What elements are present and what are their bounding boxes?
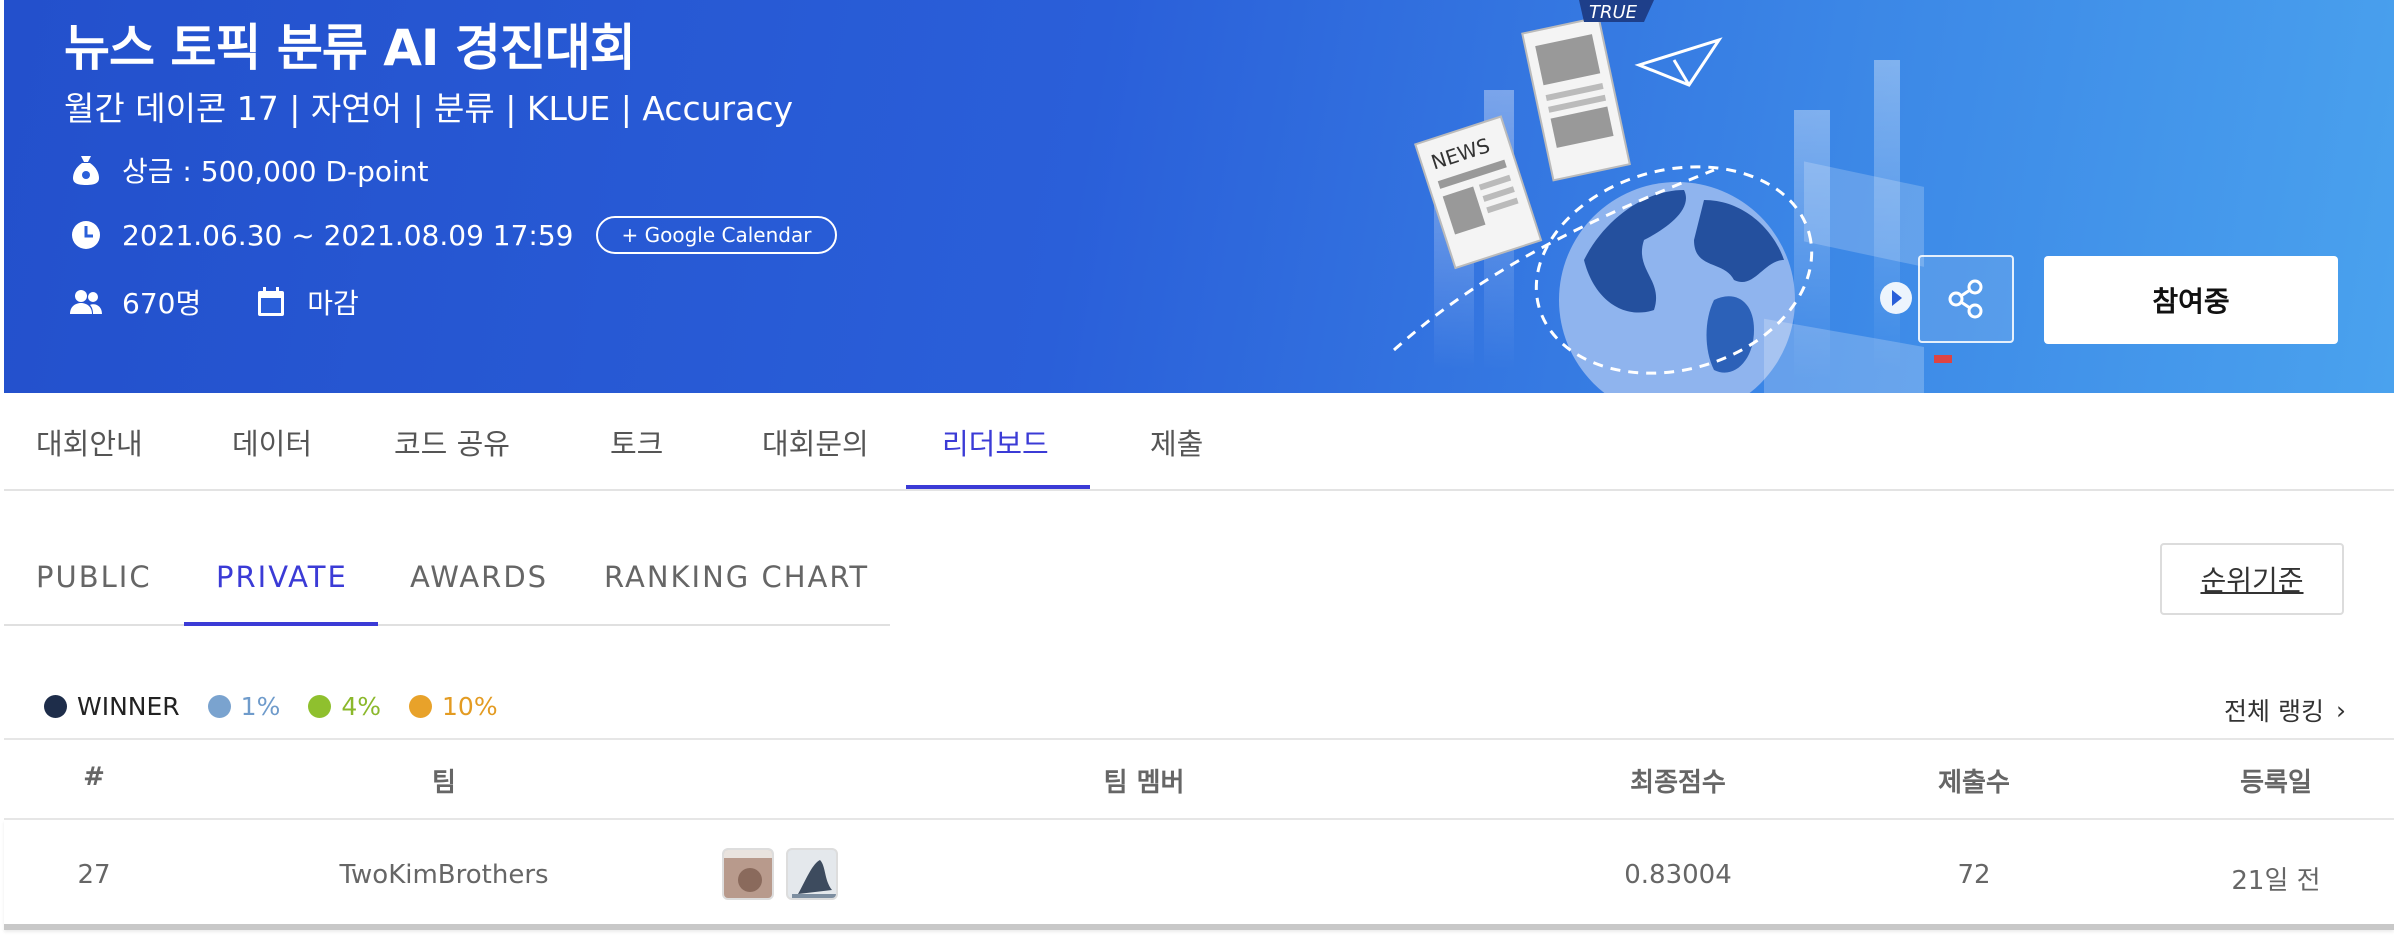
legend-dot (409, 695, 433, 718)
avatar[interactable] (786, 848, 838, 900)
tab-submit[interactable]: 제출 (1150, 421, 1203, 463)
competition-title: 뉴스 토픽 분류 AI 경진대회 (64, 19, 636, 77)
legend-label: 10% (442, 692, 498, 721)
participants-row: 670명 마감 (68, 282, 359, 322)
active-tab-indicator (906, 485, 1090, 489)
header-rank: # (83, 762, 105, 792)
header-team: 팀 (432, 768, 456, 798)
legend-top-10: 10% (409, 692, 498, 721)
money-bag-icon (73, 156, 99, 185)
tab-inquiry[interactable]: 대회문의 (762, 421, 869, 463)
subtab-private[interactable]: PRIVATE (216, 560, 348, 594)
legend-label: WINNER (77, 692, 180, 721)
join-button[interactable]: 참여중 (2044, 256, 2338, 344)
subtab-public[interactable]: PUBLIC (36, 560, 152, 594)
full-ranking-link[interactable]: 전체 랭킹 › (2224, 692, 2346, 728)
news-globe-illustration: NEWS TRUE (1392, 0, 1952, 393)
share-button[interactable] (1918, 255, 2014, 343)
header-score: 최종점수 (1630, 768, 1726, 798)
participants-count: 670명 (122, 287, 202, 320)
legend-dot (207, 695, 231, 718)
legend-label: 4% (341, 692, 382, 721)
active-subtab-indicator (184, 622, 378, 626)
row-rank: 27 (77, 860, 111, 890)
legend-top-4: 4% (308, 692, 381, 721)
leaderboard-table-header: # 팀 팀 멤버 최종점수 제출수 등록일 (4, 738, 2394, 820)
avatar[interactable] (722, 848, 774, 900)
calendar-icon (258, 287, 285, 316)
true-art-label: TRUE (1589, 2, 1638, 23)
ranking-criteria-button[interactable]: 순위기준 (2160, 543, 2344, 615)
period-row: 2021.06.30 ~ 2021.08.09 17:59 + Google C… (68, 216, 838, 254)
legend-label: 1% (240, 692, 281, 721)
tab-talk[interactable]: 토크 (610, 421, 663, 463)
row-team-name[interactable]: TwoKimBrothers (304, 860, 584, 890)
prize-text: 상금 : 500,000 D-point (122, 155, 429, 188)
header-submissions: 제출수 (1938, 768, 2010, 798)
header-members: 팀 멤버 (1103, 768, 1185, 798)
tab-leaderboard[interactable]: 리더보드 (942, 421, 1049, 463)
competition-tabs: 대회안내 데이터 코드 공유 토크 대회문의 리더보드 제출 (4, 393, 2394, 491)
period-text: 2021.06.30 ~ 2021.08.09 17:59 (122, 218, 574, 252)
clock-icon (72, 221, 100, 249)
leaderboard-subtabs: PUBLIC PRIVATE AWARDS RANKING CHART (4, 530, 890, 626)
header-date: 등록일 (2240, 768, 2312, 798)
row-score: 0.83004 (1624, 860, 1732, 890)
chevron-right-icon: › (2336, 695, 2346, 725)
row-submissions: 72 (1957, 860, 1991, 890)
google-calendar-button[interactable]: + Google Calendar (595, 216, 838, 254)
tab-overview[interactable]: 대회안내 (36, 421, 143, 463)
tab-data[interactable]: 데이터 (232, 421, 312, 463)
legend-top-1: 1% (207, 692, 281, 721)
competition-subtitle: 월간 데이콘 17 | 자연어 | 분류 | KLUE | Accuracy (64, 89, 794, 128)
row-date: 21일 전 (2231, 866, 2321, 896)
competition-status: 마감 (307, 287, 359, 320)
full-ranking-label: 전체 랭킹 (2224, 697, 2324, 726)
share-icon (1948, 279, 1983, 319)
prize-row: 상금 : 500,000 D-point (68, 150, 429, 190)
legend-dot (44, 695, 67, 718)
legend-dot (308, 695, 332, 718)
rank-legend: WINNER 1% 4% 10% (44, 692, 526, 721)
competition-banner: 뉴스 토픽 분류 AI 경진대회 월간 데이콘 17 | 자연어 | 분류 | … (4, 0, 2394, 393)
table-row[interactable]: 27 TwoKimBrothers 0.83004 72 21일 전 (4, 820, 2394, 930)
people-icon (70, 290, 102, 314)
tab-code-share[interactable]: 코드 공유 (394, 421, 510, 463)
subtab-awards[interactable]: AWARDS (410, 560, 548, 594)
legend-winner: WINNER (44, 692, 180, 721)
subtab-ranking-chart[interactable]: RANKING CHART (604, 560, 869, 594)
